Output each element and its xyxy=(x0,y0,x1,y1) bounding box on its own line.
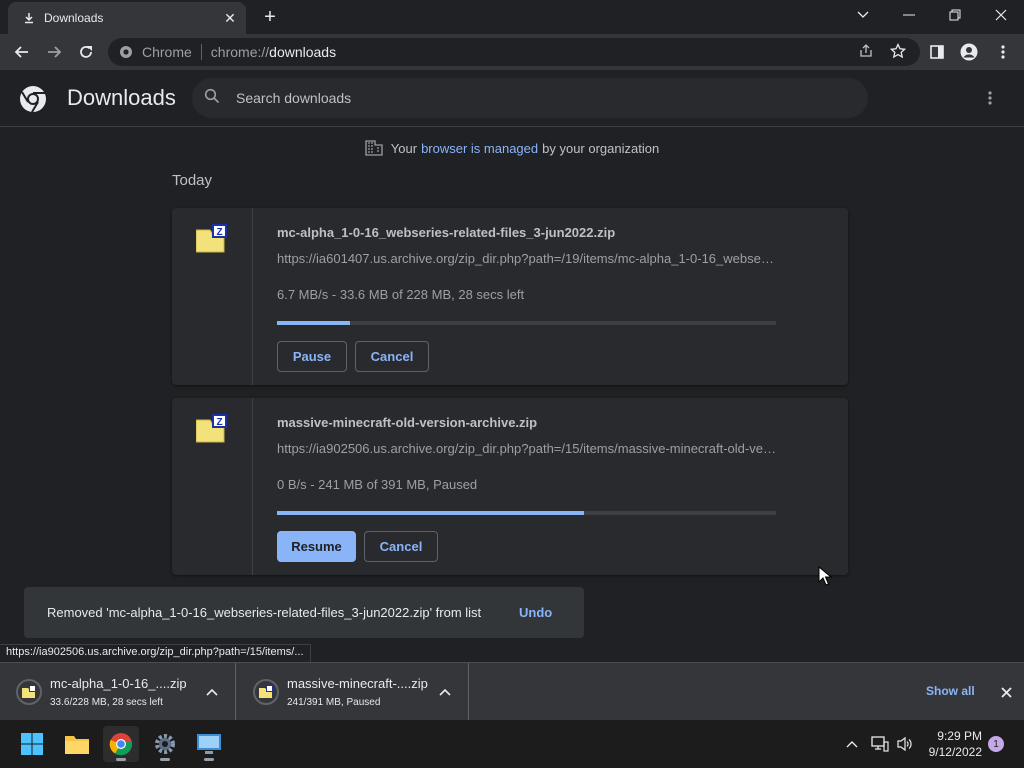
svg-text:Z: Z xyxy=(216,227,222,238)
clock-time: 9:29 PM xyxy=(937,729,982,743)
clock-date: 9/12/2022 xyxy=(928,745,982,759)
more-actions-icon[interactable] xyxy=(978,86,1002,110)
managed-suffix: by your organization xyxy=(542,140,660,156)
svg-text:Z: Z xyxy=(216,417,222,428)
show-all-link[interactable]: Show all xyxy=(926,684,975,698)
building-icon xyxy=(365,140,383,156)
progress-bar xyxy=(277,511,776,515)
shelf-item-status: 241/391 MB, Paused xyxy=(287,697,381,708)
search-icon xyxy=(204,88,220,109)
back-button[interactable] xyxy=(8,38,36,66)
tab-close-icon[interactable]: ✕ xyxy=(220,8,240,28)
shelf-item[interactable]: massive-minecraft-....zip 241/391 MB, Pa… xyxy=(237,663,469,721)
card-divider xyxy=(252,398,253,575)
zip-file-icon: Z xyxy=(195,224,228,254)
shelf-item-status: 33.6/228 MB, 28 secs left xyxy=(50,697,163,708)
remote-desktop-icon[interactable] xyxy=(191,726,227,762)
progress-fill xyxy=(277,321,351,325)
bookmark-star-icon[interactable] xyxy=(886,39,910,63)
omnibox-separator xyxy=(200,44,202,60)
file-name[interactable]: massive-minecraft-old-version-archive.zi… xyxy=(277,415,537,430)
managed-notice: Your browser is managed by your organiza… xyxy=(0,140,1024,156)
new-tab-button[interactable]: + xyxy=(258,6,282,28)
managed-prefix: Your xyxy=(390,140,418,156)
file-name[interactable]: mc-alpha_1-0-16_webseries-related-files_… xyxy=(277,225,615,240)
download-item: Z mc-alpha_1-0-16_webseries-related-file… xyxy=(172,208,848,385)
browser-toolbar: Chrome chrome:// downloads xyxy=(0,34,1024,70)
reload-button[interactable] xyxy=(72,38,100,66)
download-shelf: mc-alpha_1-0-16_....zip 33.6/228 MB, 28 … xyxy=(0,662,1024,721)
side-panel-icon[interactable] xyxy=(924,39,950,65)
zip-file-icon xyxy=(253,679,279,705)
chrome-taskbar-icon[interactable] xyxy=(103,726,139,762)
progress-fill xyxy=(277,511,585,515)
chrome-logo-icon xyxy=(19,85,47,113)
share-icon[interactable] xyxy=(854,39,878,63)
settings-gear-icon[interactable] xyxy=(147,726,183,762)
download-item: Z massive-minecraft-old-version-archive.… xyxy=(172,398,848,575)
cancel-button[interactable]: Cancel xyxy=(364,531,438,562)
omnibox-host: downloads xyxy=(269,44,337,60)
windows-start-icon[interactable] xyxy=(14,726,50,762)
resume-button[interactable]: Resume xyxy=(277,531,356,562)
date-section-label: Today xyxy=(172,172,213,189)
tab-title: Downloads xyxy=(44,11,104,25)
file-url[interactable]: https://ia601407.us.archive.org/zip_dir.… xyxy=(277,251,777,266)
file-url[interactable]: https://ia902506.us.archive.org/zip_dir.… xyxy=(277,441,777,456)
tab-search-icon[interactable] xyxy=(840,0,886,30)
address-bar[interactable]: Chrome chrome:// downloads xyxy=(108,38,920,66)
system-clock[interactable]: 9:29 PM 9/12/2022 xyxy=(920,728,982,760)
active-indicator xyxy=(116,758,126,761)
network-icon[interactable] xyxy=(870,734,890,754)
file-explorer-icon[interactable] xyxy=(59,726,95,762)
omnibox-chrome-label: Chrome xyxy=(142,44,192,60)
chevron-up-icon[interactable] xyxy=(842,734,862,754)
restore-button[interactable] xyxy=(932,0,978,30)
removed-toast: Removed 'mc-alpha_1-0-16_webseries-relat… xyxy=(24,587,584,638)
profile-icon[interactable] xyxy=(956,39,982,65)
running-indicator xyxy=(160,758,170,761)
card-divider xyxy=(252,208,253,385)
download-status: 0 B/s - 241 MB of 391 MB, Paused xyxy=(277,477,478,492)
download-icon xyxy=(22,11,36,25)
window-close-button[interactable] xyxy=(978,0,1024,30)
undo-button[interactable]: Undo xyxy=(519,605,552,620)
pause-button[interactable]: Pause xyxy=(277,341,347,372)
mouse-cursor-icon xyxy=(818,565,833,586)
download-status: 6.7 MB/s - 33.6 MB of 228 MB, 28 secs le… xyxy=(277,287,525,302)
volume-icon[interactable] xyxy=(895,734,915,754)
title-bar: Downloads ✕ + xyxy=(0,0,1024,34)
browser-menu-icon[interactable] xyxy=(990,39,1016,65)
status-url: https://ia902506.us.archive.org/zip_dir.… xyxy=(0,644,311,662)
shelf-item[interactable]: mc-alpha_1-0-16_....zip 33.6/228 MB, 28 … xyxy=(0,663,236,721)
running-indicator xyxy=(204,758,214,761)
shelf-item-name: mc-alpha_1-0-16_....zip xyxy=(50,676,187,691)
notification-badge[interactable]: 1 xyxy=(988,736,1004,752)
progress-bar xyxy=(277,321,776,325)
downloads-header: Downloads xyxy=(0,70,1024,127)
managed-link[interactable]: browser is managed xyxy=(421,141,538,156)
chevron-up-icon[interactable] xyxy=(203,683,221,701)
search-bar[interactable] xyxy=(192,78,868,118)
toast-message: Removed 'mc-alpha_1-0-16_webseries-relat… xyxy=(47,605,482,620)
chevron-up-icon[interactable] xyxy=(436,683,454,701)
page-title: Downloads xyxy=(67,85,176,110)
search-input[interactable] xyxy=(236,90,836,106)
zip-file-icon xyxy=(16,679,42,705)
tab-downloads[interactable]: Downloads ✕ xyxy=(8,2,246,34)
minimize-button[interactable] xyxy=(886,0,932,30)
forward-button[interactable] xyxy=(40,38,68,66)
shelf-close-icon[interactable] xyxy=(996,682,1016,702)
cancel-button[interactable]: Cancel xyxy=(355,341,429,372)
shelf-item-name: massive-minecraft-....zip xyxy=(287,676,428,691)
omnibox-scheme: chrome:// xyxy=(210,44,270,60)
zip-file-icon: Z xyxy=(195,414,228,444)
taskbar: 9:29 PM 9/12/2022 xyxy=(0,720,1024,768)
chrome-icon xyxy=(118,44,134,60)
